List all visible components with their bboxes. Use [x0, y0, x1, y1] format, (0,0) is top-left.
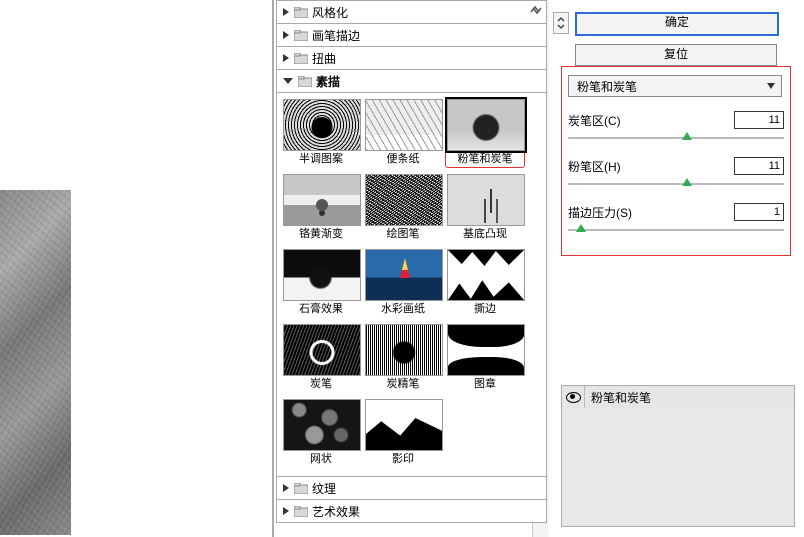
slider-thumb-icon[interactable] — [576, 224, 586, 232]
folder-icon — [294, 7, 308, 18]
thumb-label: 便条纸 — [365, 153, 441, 166]
chevron-right-icon — [283, 484, 289, 492]
ok-button[interactable]: 确定 — [575, 12, 779, 36]
chevron-right-icon — [283, 31, 289, 39]
thumb-photocopy[interactable]: 影印 — [365, 399, 441, 466]
thumb-conte[interactable]: 炭精笔 — [365, 324, 441, 391]
thumb-waterpaper[interactable]: 水彩画纸 — [365, 249, 441, 316]
thumb-label: 撕边 — [447, 303, 523, 316]
chevron-up-down-icon — [557, 17, 565, 29]
thumb-chrome[interactable]: 铬黄渐变 — [283, 174, 359, 241]
dropdown-value: 粉笔和炭笔 — [577, 78, 637, 95]
param-pressure-value[interactable] — [734, 203, 784, 221]
category-label: 扭曲 — [312, 50, 336, 67]
param-chalk-area: 粉笔区(H) — [568, 157, 784, 189]
preview-pane — [0, 0, 230, 537]
thumb-chalk-charcoal[interactable]: 粉笔和炭笔 — [447, 99, 523, 166]
thumb-label: 半调图案 — [283, 153, 359, 166]
thumb-label: 铬黄渐变 — [283, 228, 359, 241]
param-stroke-pressure: 描边压力(S) — [568, 203, 784, 235]
param-label: 粉笔区(H) — [568, 158, 621, 175]
sketch-thumbs: 半调图案 便条纸 粉笔和炭笔 铬黄渐变 绘图笔 基底凸现 石膏效果 水彩画纸 撕… — [276, 93, 547, 477]
thumb-charcoal[interactable]: 炭笔 — [283, 324, 359, 391]
category-label: 素描 — [316, 73, 340, 90]
chevron-down-icon — [283, 78, 293, 84]
category-label: 艺术效果 — [312, 503, 360, 520]
filter-gallery-panel: 风格化 画笔描边 扭曲 素描 半调图案 便条纸 粉笔和炭笔 铬黄渐变 — [272, 0, 550, 537]
thumb-label: 网状 — [283, 453, 359, 466]
thumb-halftone[interactable]: 半调图案 — [283, 99, 359, 166]
param-charcoal-area: 炭笔区(C) — [568, 111, 784, 143]
param-label: 描边压力(S) — [568, 204, 632, 221]
slider-thumb-icon[interactable] — [682, 132, 692, 140]
visibility-toggle[interactable] — [562, 386, 585, 408]
category-sketch[interactable]: 素描 — [276, 70, 547, 93]
layer-row[interactable]: 粉笔和炭笔 — [562, 386, 794, 409]
folder-icon — [294, 483, 308, 494]
param-pressure-slider[interactable] — [568, 225, 784, 235]
thumb-label: 水彩画纸 — [365, 303, 441, 316]
chevron-right-icon — [283, 54, 289, 62]
thumb-torn[interactable]: 撕边 — [447, 249, 523, 316]
scroll-down-icon[interactable] — [531, 4, 543, 16]
param-label: 炭笔区(C) — [568, 112, 621, 129]
thumb-label: 粉笔和炭笔 — [447, 153, 523, 166]
thumb-plaster[interactable]: 石膏效果 — [283, 249, 359, 316]
slider-thumb-icon[interactable] — [682, 178, 692, 186]
layer-preview — [562, 408, 794, 526]
param-charcoal-value[interactable] — [734, 111, 784, 129]
category-label: 画笔描边 — [312, 27, 360, 44]
reset-button[interactable]: 复位 — [575, 44, 777, 66]
thumb-label: 绘图笔 — [365, 228, 441, 241]
options-panel: 确定 复位 粉笔和炭笔 炭笔区(C) 粉笔区(H) — [549, 0, 803, 537]
thumb-basrelief[interactable]: 基底凸现 — [447, 174, 523, 241]
param-charcoal-slider[interactable] — [568, 133, 784, 143]
thumb-notepaper[interactable]: 便条纸 — [365, 99, 441, 166]
category-label: 纹理 — [312, 480, 336, 497]
folder-icon — [294, 30, 308, 41]
chevron-right-icon — [283, 8, 289, 16]
param-chalk-value[interactable] — [734, 157, 784, 175]
category-texture[interactable]: 纹理 — [276, 477, 547, 500]
effect-layer-panel: 粉笔和炭笔 — [561, 385, 795, 527]
thumb-reticulation[interactable]: 网状 — [283, 399, 359, 466]
folder-icon — [298, 76, 312, 87]
category-artistic[interactable]: 艺术效果 — [276, 500, 547, 523]
category-brushstrokes[interactable]: 画笔描边 — [276, 24, 547, 47]
collapse-toggle[interactable] — [553, 12, 569, 34]
filter-dropdown[interactable]: 粉笔和炭笔 — [568, 75, 782, 97]
chevron-right-icon — [283, 507, 289, 515]
thumb-label: 基底凸现 — [447, 228, 523, 241]
preview-image — [0, 190, 71, 535]
thumb-label: 炭笔 — [283, 378, 359, 391]
filter-params-group: 粉笔和炭笔 炭笔区(C) 粉笔区(H) 描边压力(S) — [561, 66, 791, 256]
category-distort[interactable]: 扭曲 — [276, 47, 547, 70]
folder-icon — [294, 53, 308, 64]
category-label: 风格化 — [312, 4, 348, 21]
thumb-stamp[interactable]: 图章 — [447, 324, 523, 391]
eye-icon — [566, 392, 581, 403]
layer-name: 粉笔和炭笔 — [585, 389, 651, 406]
chevron-down-icon — [767, 83, 775, 89]
thumb-label: 炭精笔 — [365, 378, 441, 391]
category-stylize[interactable]: 风格化 — [276, 0, 547, 24]
thumb-label: 石膏效果 — [283, 303, 359, 316]
thumb-label: 影印 — [365, 453, 441, 466]
folder-icon — [294, 506, 308, 517]
thumb-label: 图章 — [447, 378, 523, 391]
thumb-graphicpen[interactable]: 绘图笔 — [365, 174, 441, 241]
param-chalk-slider[interactable] — [568, 179, 784, 189]
